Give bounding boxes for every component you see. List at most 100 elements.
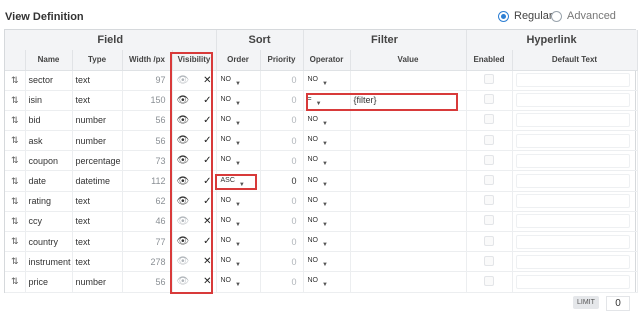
filter-value-input[interactable] [350, 231, 467, 253]
filter-value-input[interactable] [350, 70, 467, 91]
filter-operator-select[interactable]: NO ▼ [303, 150, 351, 172]
default-text-input[interactable] [515, 274, 630, 289]
field-width[interactable]: 56 [122, 130, 173, 152]
eye-icon[interactable]: 👁 [177, 155, 190, 166]
mode-regular-radio[interactable]: Regular [498, 10, 553, 22]
column-header-value[interactable]: Value [350, 50, 467, 71]
cross-icon[interactable]: ✕ [203, 276, 211, 287]
filter-value-input[interactable] [350, 271, 467, 293]
eye-icon[interactable]: 👁 [177, 256, 190, 267]
default-text-input[interactable] [515, 254, 630, 269]
hyperlink-enabled-checkbox[interactable] [484, 134, 494, 145]
hyperlink-enabled-checkbox[interactable] [484, 175, 494, 186]
column-header-default-text[interactable]: Default Text [512, 50, 638, 71]
cross-icon[interactable]: ✕ [203, 256, 211, 267]
sort-order-select[interactable]: NO ▼ [216, 110, 261, 132]
eye-icon[interactable]: 👁 [177, 115, 190, 126]
sort-priority[interactable]: 0 [260, 170, 304, 192]
eye-icon[interactable]: 👁 [177, 75, 190, 86]
sort-az-icon[interactable]: ⇅ [5, 70, 26, 91]
filter-value-input[interactable] [350, 170, 467, 192]
default-text-input[interactable] [515, 113, 630, 128]
field-width[interactable]: 73 [122, 150, 173, 172]
sort-priority[interactable]: 0 [260, 271, 304, 293]
sort-az-icon[interactable]: ⇅ [5, 271, 26, 293]
column-header-width[interactable]: Width /px [122, 50, 173, 71]
field-width[interactable]: 56 [122, 110, 173, 132]
hyperlink-enabled-checkbox[interactable] [484, 255, 494, 266]
field-width[interactable]: 112 [122, 170, 173, 192]
sort-priority[interactable]: 0 [260, 211, 304, 233]
column-header-visibility[interactable]: Visibility [172, 50, 217, 71]
check-icon[interactable]: ✓ [203, 196, 211, 207]
sort-az-icon[interactable]: ⇅ [5, 211, 26, 233]
default-text-input[interactable] [515, 214, 630, 229]
field-width[interactable]: 150 [122, 90, 173, 111]
hyperlink-enabled-checkbox[interactable] [484, 215, 494, 226]
hyperlink-enabled-checkbox[interactable] [484, 154, 494, 165]
column-header-operator[interactable]: Operator [303, 50, 351, 71]
field-width[interactable]: 97 [122, 70, 173, 91]
sort-order-select[interactable]: NO ▼ [216, 70, 261, 91]
filter-value-input[interactable]: {filter} [350, 90, 467, 111]
filter-value-input[interactable] [350, 191, 467, 212]
filter-value-input[interactable] [350, 130, 467, 152]
sort-az-icon[interactable]: ⇅ [5, 110, 26, 132]
sort-az-icon[interactable]: ⇅ [5, 130, 26, 152]
sort-priority[interactable]: 0 [260, 251, 304, 273]
eye-icon[interactable]: 👁 [177, 236, 190, 247]
sort-order-select[interactable]: NO ▼ [216, 90, 261, 111]
field-width[interactable]: 56 [122, 271, 173, 293]
hyperlink-enabled-checkbox[interactable] [484, 114, 494, 125]
filter-value-input[interactable] [350, 251, 467, 273]
eye-icon[interactable]: 👁 [177, 196, 190, 207]
sort-order-select[interactable]: NO ▼ [216, 271, 261, 293]
default-text-input[interactable] [515, 174, 630, 189]
check-icon[interactable]: ✓ [203, 115, 211, 126]
limit-input[interactable]: 0 [606, 296, 630, 311]
sort-order-select[interactable]: NO ▼ [216, 251, 261, 273]
filter-value-input[interactable] [350, 150, 467, 172]
column-header-enabled[interactable]: Enabled [466, 50, 513, 71]
cross-icon[interactable]: ✕ [203, 75, 211, 86]
check-icon[interactable]: ✓ [203, 176, 211, 187]
sort-priority[interactable]: 0 [260, 110, 304, 132]
sort-order-select[interactable]: NO ▼ [216, 231, 261, 253]
sort-az-icon[interactable]: ⇅ [5, 170, 26, 192]
filter-operator-select[interactable]: NO ▼ [303, 110, 351, 132]
radio-unchecked-icon[interactable] [551, 10, 562, 22]
default-text-input[interactable] [515, 73, 630, 88]
sort-az-icon[interactable]: ⇅ [5, 251, 26, 273]
eye-icon[interactable]: 👁 [177, 176, 190, 187]
eye-icon[interactable]: 👁 [177, 95, 190, 106]
filter-value-input[interactable] [350, 110, 467, 132]
hyperlink-enabled-checkbox[interactable] [484, 275, 494, 286]
check-icon[interactable]: ✓ [203, 236, 211, 247]
sort-priority[interactable]: 0 [260, 150, 304, 172]
check-icon[interactable]: ✓ [203, 135, 211, 146]
filter-operator-select[interactable]: NO ▼ [303, 130, 351, 152]
check-icon[interactable]: ✓ [203, 155, 211, 166]
sort-az-icon[interactable]: ⇅ [5, 231, 26, 253]
sort-priority[interactable]: 0 [260, 130, 304, 152]
field-width[interactable]: 46 [122, 211, 173, 233]
sort-priority[interactable]: 0 [260, 70, 304, 91]
eye-icon[interactable]: 👁 [177, 135, 190, 146]
radio-checked-icon[interactable] [498, 10, 509, 22]
default-text-input[interactable] [515, 93, 630, 108]
sort-priority[interactable]: 0 [260, 191, 304, 212]
sort-az-icon[interactable]: ⇅ [5, 90, 26, 111]
eye-icon[interactable]: 👁 [177, 216, 190, 227]
hyperlink-enabled-checkbox[interactable] [484, 74, 494, 85]
hyperlink-enabled-checkbox[interactable] [484, 235, 494, 246]
column-header-priority[interactable]: Priority [260, 50, 304, 71]
sort-az-icon[interactable]: ⇅ [5, 191, 26, 212]
filter-operator-select[interactable]: NO ▼ [303, 211, 351, 233]
column-header-order[interactable]: Order [216, 50, 261, 71]
default-text-input[interactable] [515, 153, 630, 168]
eye-icon[interactable]: 👁 [177, 276, 190, 287]
default-text-input[interactable] [515, 194, 630, 209]
sort-priority[interactable]: 0 [260, 90, 304, 111]
filter-operator-select[interactable]: NO ▼ [303, 70, 351, 91]
field-width[interactable]: 62 [122, 191, 173, 212]
